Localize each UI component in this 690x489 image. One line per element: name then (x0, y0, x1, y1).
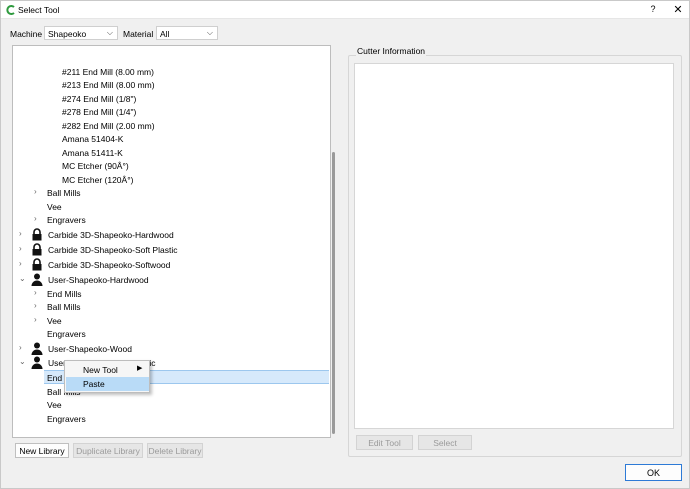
lock-icon (32, 243, 42, 256)
tool-label: #211 End Mill (8.00 mm) (62, 67, 154, 77)
tree-category-vee[interactable]: Vee (47, 400, 127, 413)
chevron-right-icon[interactable]: › (34, 301, 37, 310)
chevron-right-icon[interactable]: › (34, 214, 37, 223)
tree-library-soft-plastic[interactable]: › Carbide 3D-Shapeoko-Soft Plastic (19, 243, 219, 258)
tree-scrollbar[interactable] (332, 152, 335, 434)
close-button[interactable]: ✕ (671, 3, 685, 16)
submenu-arrow-icon: ▶ (137, 365, 143, 372)
tree-category-vee[interactable]: Vee (34, 202, 154, 215)
tool-label: #213 End Mill (8.00 mm) (62, 80, 155, 90)
tool-label: #274 End Mill (1/8") (62, 94, 137, 104)
tool-label: Amana 51411-K (62, 148, 123, 158)
tree-category-engravers[interactable]: › Engravers (34, 214, 154, 228)
context-menu: New Tool ▶ Paste (64, 360, 150, 393)
chevron-right-icon[interactable]: › (19, 343, 22, 352)
tool-label: Amana 51404-K (62, 134, 124, 144)
new-library-button[interactable]: New Library (15, 443, 69, 458)
chevron-right-icon[interactable]: › (34, 288, 37, 297)
chevron-right-icon[interactable]: › (19, 259, 22, 268)
tree-library-user-wood[interactable]: › User-Shapeoko-Wood (19, 342, 219, 357)
chevron-right-icon[interactable]: › (19, 244, 22, 253)
library-label: Carbide 3D-Shapeoko-Softwood (48, 260, 171, 270)
machine-label: Machine (10, 29, 43, 39)
tool-label: MC Etcher (90Â°) (62, 161, 129, 171)
cutter-information-panel (354, 63, 674, 429)
delete-library-button[interactable]: Delete Library (147, 443, 203, 458)
tree-category-vee[interactable]: › Vee (34, 315, 154, 329)
material-select[interactable]: All ⌵ (156, 26, 218, 40)
library-label: User-Shapeoko-Wood (48, 344, 132, 354)
lock-icon (32, 258, 42, 271)
category-label: Engravers (47, 329, 86, 339)
tree-category-ball-mills[interactable]: › Ball Mills (34, 187, 154, 201)
category-label: Vee (47, 400, 62, 410)
tree-library-hardwood[interactable]: › Carbide 3D-Shapeoko-Hardwood (19, 228, 219, 243)
edit-tool-button[interactable]: Edit Tool (356, 435, 413, 450)
chevron-right-icon[interactable]: › (19, 229, 22, 238)
category-label: Vee (47, 316, 62, 326)
tool-label: MC Etcher (120Â°) (62, 175, 134, 185)
tree-category-engravers[interactable]: Engravers (34, 329, 154, 342)
menu-item-label: Paste (83, 379, 105, 389)
machine-value: Shapeoko (48, 29, 87, 39)
category-label: End Mills (47, 289, 82, 299)
tool-label: #282 End Mill (2.00 mm) (62, 121, 155, 131)
duplicate-library-button[interactable]: Duplicate Library (73, 443, 143, 458)
tree-category-engravers[interactable]: Engravers (47, 414, 127, 427)
material-value: All (160, 29, 170, 39)
category-label: End (47, 373, 63, 383)
tree-library-softwood[interactable]: › Carbide 3D-Shapeoko-Softwood (19, 258, 219, 273)
help-button[interactable]: ? (646, 4, 660, 16)
cutter-information-title: Cutter Information (356, 46, 427, 56)
lock-icon (32, 228, 42, 241)
category-label: Engravers (47, 215, 86, 225)
category-label: Vee (47, 202, 62, 212)
menu-item-paste[interactable]: Paste (66, 377, 149, 391)
tree-library-user-hardwood[interactable]: ⌄ User-Shapeoko-Hardwood (19, 273, 219, 288)
machine-select[interactable]: Shapeoko ⌵ (44, 26, 118, 40)
chevron-right-icon[interactable]: › (34, 187, 37, 196)
user-icon (31, 356, 43, 369)
chevron-right-icon[interactable]: › (34, 315, 37, 324)
library-label: User-Shapeoko-Hardwood (48, 275, 149, 285)
title-bar: Select Tool ? ✕ (1, 1, 689, 19)
window-title: Select Tool (18, 5, 60, 15)
select-tool-dialog: Select Tool ? ✕ Machine Shapeoko ⌵ Mater… (0, 0, 690, 489)
menu-item-new-tool[interactable]: New Tool ▶ (66, 363, 149, 377)
carbide-app-icon (6, 5, 15, 15)
ok-button[interactable]: OK (625, 464, 682, 481)
tree-category-ball-mills[interactable]: › Ball Mills (34, 301, 154, 315)
library-label: Carbide 3D-Shapeoko-Soft Plastic (48, 245, 178, 255)
chevron-down-icon: ⌵ (106, 28, 113, 37)
tool-label: #278 End Mill (1/4") (62, 107, 137, 117)
chevron-down-icon[interactable]: ⌄ (19, 274, 26, 283)
chevron-down-icon: ⌵ (206, 28, 213, 37)
tree-category-end-mills[interactable]: › End Mills (34, 288, 154, 302)
menu-item-label: New Tool (83, 365, 118, 375)
user-icon (31, 342, 43, 355)
user-icon (31, 273, 43, 286)
category-label: Ball Mills (47, 188, 81, 198)
category-label: Ball Mills (47, 302, 81, 312)
chevron-down-icon[interactable]: ⌄ (19, 357, 26, 366)
material-label: Material (123, 29, 154, 39)
category-label: Engravers (47, 414, 86, 424)
select-button[interactable]: Select (418, 435, 472, 450)
library-label: Carbide 3D-Shapeoko-Hardwood (48, 230, 174, 240)
